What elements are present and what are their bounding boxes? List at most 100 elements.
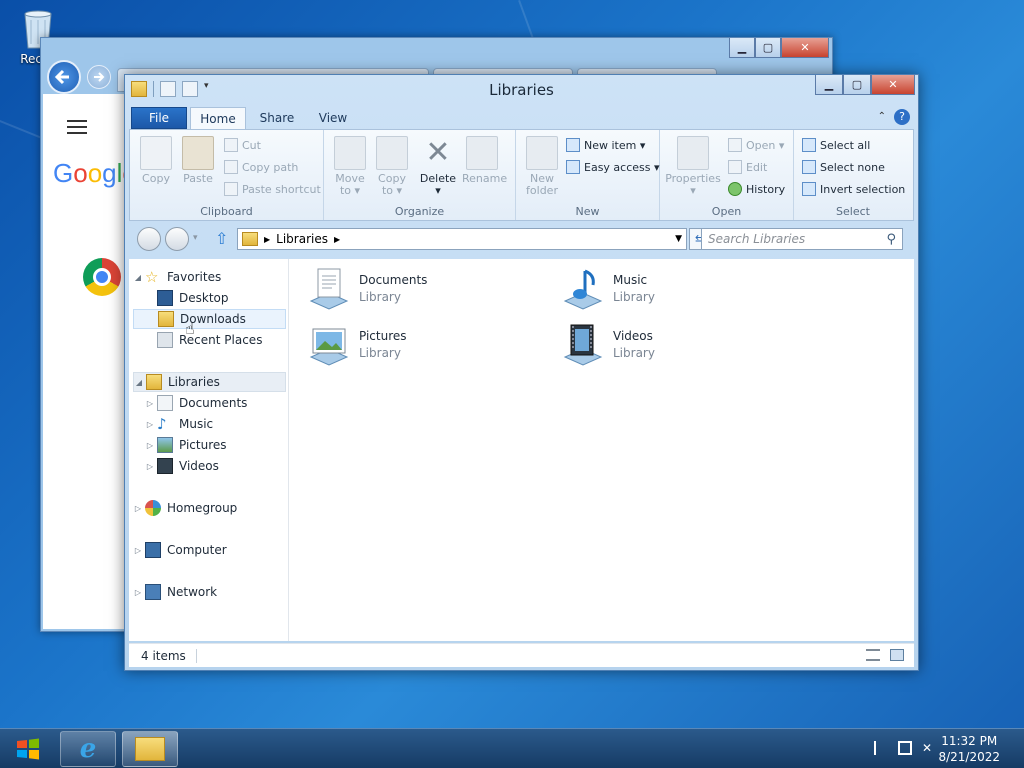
start-button[interactable] <box>0 731 56 767</box>
search-input[interactable] <box>708 232 868 246</box>
expand-icon[interactable]: ▷ <box>133 588 143 597</box>
easy-access-icon <box>566 160 580 174</box>
recent-locations-icon[interactable]: ▾ <box>193 233 198 243</box>
copy-path-button[interactable]: Copy path <box>224 158 298 176</box>
large-icons-view-icon[interactable] <box>890 649 904 661</box>
new-label: New <box>575 205 600 218</box>
nav-desktop[interactable]: Desktop <box>133 288 286 308</box>
delete-button[interactable]: ✕ Delete ▾ <box>418 136 458 197</box>
taskbar-file-explorer[interactable] <box>122 731 178 767</box>
tab-share[interactable]: Share <box>249 107 305 129</box>
new-item-button[interactable]: New item ▾ <box>566 136 645 154</box>
move-to-button[interactable]: Move to ▾ <box>330 136 370 197</box>
volume-muted-icon[interactable]: ✕ <box>922 741 936 755</box>
back-button[interactable] <box>137 227 161 251</box>
expand-icon[interactable]: ▷ <box>145 462 155 471</box>
expand-icon[interactable]: ▷ <box>133 504 143 513</box>
browser-forward-button[interactable] <box>87 65 111 89</box>
explorer-window[interactable]: ▾ Libraries ▁ ▢ ✕ File Home Share View ⌃… <box>124 74 919 671</box>
copy-to-button[interactable]: Copy to ▾ <box>372 136 412 197</box>
browser-minimize-button[interactable]: ▁ <box>729 38 755 58</box>
properties-checkmark-icon <box>677 136 709 170</box>
up-arrow-icon[interactable]: ⇧ <box>215 229 228 248</box>
browser-maximize-button[interactable]: ▢ <box>755 38 781 58</box>
properties-button[interactable]: Properties ▾ <box>664 136 722 197</box>
expand-collapse-icon[interactable]: ◢ <box>134 378 144 387</box>
forward-button[interactable] <box>165 227 189 251</box>
collapse-ribbon-icon[interactable]: ⌃ <box>878 111 886 122</box>
ribbon-tabs: File Home Share View ⌃ ? <box>129 107 914 130</box>
nav-libraries[interactable]: ◢ Libraries <box>133 372 286 392</box>
easy-access-button[interactable]: Easy access ▾ <box>566 158 660 176</box>
address-bar[interactable]: ▶ Libraries ▶ ▼ <box>237 228 687 250</box>
chrome-icon[interactable] <box>83 258 121 296</box>
clock[interactable]: 11:32 PM 8/21/2022 <box>938 733 1000 765</box>
title-bar[interactable]: ▾ Libraries ▁ ▢ ✕ <box>125 75 918 105</box>
tab-home[interactable]: Home <box>190 107 246 130</box>
mouse-cursor-icon: ☝ <box>185 319 195 338</box>
nav-music[interactable]: ▷ ♪ Music <box>133 414 286 434</box>
close-button[interactable]: ✕ <box>871 75 915 95</box>
forward-arrow-icon <box>94 72 105 82</box>
content-pane: Documents Library Music Library Pictures Li… <box>289 259 914 641</box>
organize-label: Organize <box>394 205 445 218</box>
cut-button[interactable]: Cut <box>224 136 261 154</box>
tab-view[interactable]: View <box>305 107 361 129</box>
library-item-pictures[interactable]: Pictures Library <box>305 321 525 371</box>
library-item-documents[interactable]: Documents Library <box>305 265 525 315</box>
nav-network[interactable]: ▷ Network <box>133 582 286 602</box>
paste-button[interactable]: Paste <box>178 136 218 185</box>
minimize-button[interactable]: ▁ <box>815 75 843 95</box>
expand-icon[interactable]: ▷ <box>145 441 155 450</box>
music-library-icon <box>563 269 603 310</box>
paste-shortcut-button[interactable]: Paste shortcut <box>224 180 321 198</box>
tab-file[interactable]: File <box>131 107 187 129</box>
videos-film-icon <box>157 458 173 474</box>
new-group: New folder New item ▾ Easy access ▾ New <box>516 130 660 220</box>
help-icon[interactable]: ? <box>894 109 910 125</box>
breadcrumb-libraries[interactable]: Libraries <box>276 232 328 246</box>
nav-downloads[interactable]: Downloads <box>133 309 286 329</box>
nav-videos[interactable]: ▷ Videos <box>133 456 286 476</box>
expand-collapse-icon[interactable]: ◢ <box>133 273 143 282</box>
history-button[interactable]: History <box>728 180 785 198</box>
network-status-icon[interactable] <box>898 741 912 755</box>
library-item-videos[interactable]: Videos Library <box>559 321 779 371</box>
desktop-icon <box>157 290 173 306</box>
select-none-button[interactable]: Select none <box>802 158 885 176</box>
music-note-icon: ♪ <box>157 415 167 433</box>
breadcrumb-chevron-icon[interactable]: ▶ <box>334 235 340 244</box>
rename-button[interactable]: Rename <box>462 136 507 185</box>
expand-icon[interactable]: ▷ <box>145 420 155 429</box>
library-item-music[interactable]: Music Library <box>559 265 779 315</box>
browser-close-button[interactable]: ✕ <box>781 38 829 58</box>
nav-favorites[interactable]: ◢ ☆ Favorites <box>133 267 286 287</box>
search-box[interactable]: ⚲ <box>701 228 903 250</box>
edit-button[interactable]: Edit <box>728 158 767 176</box>
libraries-folder-icon <box>242 232 258 246</box>
copy-button[interactable]: Copy <box>136 136 176 185</box>
nav-documents[interactable]: ▷ Documents <box>133 393 286 413</box>
expand-icon[interactable]: ▷ <box>145 399 155 408</box>
new-folder-button[interactable]: New folder <box>522 136 562 197</box>
open-button[interactable]: Open ▾ <box>728 136 784 154</box>
breadcrumb-chevron-icon[interactable]: ▶ <box>264 235 270 244</box>
search-icon[interactable]: ⚲ <box>886 232 896 247</box>
nav-computer[interactable]: ▷ Computer <box>133 540 286 560</box>
browser-back-button[interactable] <box>47 60 81 94</box>
address-dropdown-icon[interactable]: ▼ <box>675 234 682 244</box>
details-view-icon[interactable] <box>866 649 880 661</box>
nav-homegroup[interactable]: ▷ Homegroup <box>133 498 286 518</box>
maximize-button[interactable]: ▢ <box>843 75 871 95</box>
documents-library-icon <box>309 268 349 310</box>
action-center-flag-icon[interactable] <box>874 741 888 755</box>
nav-recent-places[interactable]: Recent Places <box>133 330 286 350</box>
windows-logo-icon <box>17 738 39 760</box>
nav-pictures[interactable]: ▷ Pictures <box>133 435 286 455</box>
invert-selection-button[interactable]: Invert selection <box>802 180 905 198</box>
select-all-button[interactable]: Select all <box>802 136 870 154</box>
expand-icon[interactable]: ▷ <box>133 546 143 555</box>
hamburger-menu-icon[interactable] <box>67 120 87 134</box>
status-bar: 4 items <box>129 643 914 667</box>
taskbar-internet-explorer[interactable]: e <box>60 731 116 767</box>
